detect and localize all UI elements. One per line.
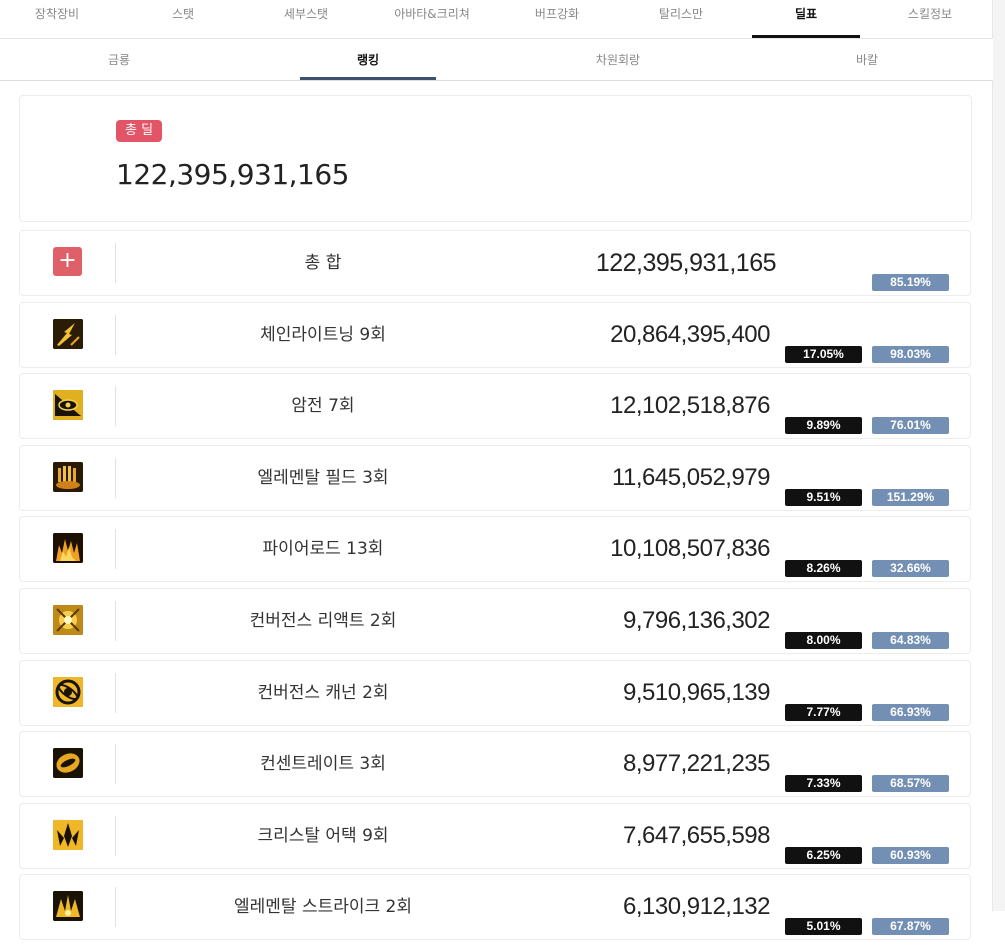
plus-icon: +: [53, 247, 82, 276]
row-divider: [115, 457, 116, 498]
tab-damage-table[interactable]: 딜표: [746, 0, 866, 38]
skill-row: 엘레멘탈 필드 3회 11,645,052,979 9.51% 151.29%: [19, 444, 971, 511]
skill-share-percent: 7.33%: [785, 775, 862, 793]
skill-damage-value: 12,102,518,876: [610, 392, 770, 420]
skill-row: 컨센트레이트 3회 8,977,221,235 7.33% 68.57%: [19, 731, 971, 798]
skill-share-percent: 9.51%: [785, 488, 862, 506]
skill-name: 크리스탈 어택 9회: [257, 825, 389, 846]
skill-damage-value: 7,647,655,598: [623, 821, 770, 849]
skill-row: 암전 7회 12,102,518,876 9.89% 76.01%: [19, 373, 971, 440]
scrollbar[interactable]: [992, 0, 1005, 911]
skill-share-percent: 7.77%: [785, 703, 862, 721]
skill-ratio-percent: 32.66%: [872, 560, 949, 578]
row-divider: [115, 386, 116, 427]
convergence-cannon-icon: [53, 676, 83, 707]
summary-value: 122,395,931,165: [595, 249, 777, 277]
fire-road-icon: [53, 533, 83, 564]
row-divider: [115, 314, 116, 355]
skill-damage-value: 9,796,136,302: [623, 606, 770, 634]
skill-ratio-percent: 151.29%: [872, 488, 949, 506]
skill-name: 컨버전스 리액트 2회: [249, 610, 397, 631]
skill-share-percent: 8.00%: [785, 631, 862, 649]
crystal-attack-icon: [53, 819, 83, 850]
skill-damage-list: + 총 합 122,395,931,165 85.19% 체인라이트닝 9회 2…: [19, 230, 971, 946]
skill-row: 크리스탈 어택 9회 7,647,655,598 6.25% 60.93%: [19, 802, 971, 869]
summary-row: + 총 합 122,395,931,165 85.19%: [19, 230, 971, 296]
skill-row: 체인라이트닝 9회 20,864,395,400 17.05% 98.03%: [19, 301, 971, 368]
skill-damage-value: 6,130,912,132: [623, 893, 770, 921]
row-divider: [115, 744, 116, 785]
total-damage-badge: 총 딜: [116, 120, 163, 142]
skill-name: 엘레멘탈 필드 3회: [257, 467, 389, 488]
summary-name: 총 합: [304, 253, 342, 273]
tab-avatar-creature[interactable]: 아바타&크리쳐: [372, 0, 492, 38]
tab-talisman[interactable]: 탈리스만: [621, 0, 741, 38]
skill-share-percent: 5.01%: [785, 918, 862, 936]
skill-name: 컨버전스 캐넌 2회: [257, 682, 389, 703]
row-divider: [115, 815, 116, 856]
subtab-ranking[interactable]: 랭킹: [298, 39, 438, 80]
skill-name: 암전 7회: [291, 396, 355, 417]
skill-share-percent: 9.89%: [785, 417, 862, 435]
tab-stats[interactable]: 스탯: [123, 0, 243, 38]
dark-eye-icon: [53, 390, 83, 421]
skill-row: 파이어로드 13회 10,108,507,836 8.26% 32.66%: [19, 516, 971, 583]
skill-share-percent: 6.25%: [785, 846, 862, 864]
skill-damage-value: 10,108,507,836: [610, 535, 770, 563]
skill-ratio-percent: 64.83%: [872, 631, 949, 649]
skill-damage-value: 20,864,395,400: [610, 320, 770, 348]
row-divider: [115, 600, 116, 641]
subtab-bakal[interactable]: 바칼: [797, 39, 937, 80]
skill-row: 엘레멘탈 스트라이크 2회 6,130,912,132 5.01% 67.87%: [19, 874, 971, 941]
skill-row: 컨버전스 리액트 2회 9,796,136,302 8.00% 64.83%: [19, 587, 971, 654]
tab-buff-enhance[interactable]: 버프강화: [497, 0, 617, 38]
subtab-dimension-corridor[interactable]: 차원회랑: [548, 39, 688, 80]
row-divider: [115, 243, 116, 283]
convergence-react-icon: [53, 604, 83, 635]
elemental-strike-icon: [53, 891, 83, 922]
skill-name: 컨센트레이트 3회: [260, 754, 386, 775]
skill-name: 체인라이트닝 9회: [260, 324, 386, 345]
skill-ratio-percent: 66.93%: [872, 703, 949, 721]
skill-name: 엘레멘탈 스트라이크 2회: [233, 897, 413, 918]
row-divider: [115, 672, 116, 713]
skill-damage-value: 11,645,052,979: [611, 463, 771, 491]
skill-ratio-percent: 67.87%: [872, 918, 949, 936]
total-damage-card: 총 딜 122,395,931,165: [19, 95, 972, 222]
lightning-icon: [53, 318, 83, 349]
row-divider: [115, 529, 116, 570]
skill-row: 컨버전스 캐넌 2회 9,510,965,139 7.77% 66.93%: [19, 659, 971, 726]
skill-ratio-percent: 98.03%: [872, 345, 949, 363]
tab-detail-stats[interactable]: 세부스탯: [246, 0, 366, 38]
skill-ratio-percent: 60.93%: [872, 846, 949, 864]
top-tab-bar: 장착장비 스탯 세부스탯 아바타&크리쳐 버프강화 탈리스만 딜표 스킬정보: [0, 0, 993, 39]
skill-share-percent: 8.26%: [785, 560, 862, 578]
concentrate-icon: [53, 748, 83, 779]
skill-share-percent: 17.05%: [785, 345, 862, 363]
row-divider: [115, 887, 116, 928]
skill-ratio-percent: 76.01%: [872, 417, 949, 435]
summary-percent-blue: 85.19%: [872, 274, 949, 291]
skill-ratio-percent: 68.57%: [872, 775, 949, 793]
tab-equipment[interactable]: 장착장비: [0, 0, 117, 38]
skill-name: 파이어로드 13회: [262, 539, 384, 560]
sub-tab-bar: 금룡 랭킹 차원회랑 바칼: [0, 39, 993, 81]
elemental-field-icon: [53, 461, 83, 492]
skill-damage-value: 8,977,221,235: [623, 750, 770, 778]
skill-damage-value: 9,510,965,139: [623, 678, 770, 706]
tab-skill-info[interactable]: 스킬정보: [870, 0, 990, 38]
subtab-geumryong[interactable]: 금룡: [49, 39, 189, 80]
total-damage-value: 122,395,931,165: [116, 158, 349, 191]
